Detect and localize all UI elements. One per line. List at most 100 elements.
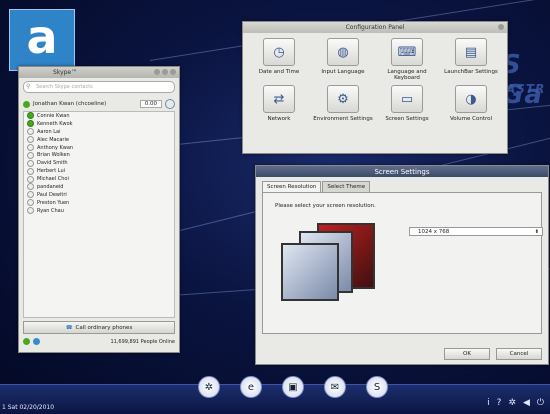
credit-balance: 0.00 (139, 100, 162, 108)
speaker-icon: ◑ (455, 85, 487, 113)
skype-profile-row[interactable]: Jonathan Kwan (chcoeline) 0.00 (23, 99, 175, 109)
contact-list-item[interactable]: Preston Yuen (24, 199, 174, 207)
skype-window: Skype™ ⚲ Search Skype contacts Jonathan … (18, 66, 180, 353)
contact-name: Ryan Chau (37, 207, 64, 214)
system-tray: i ? ✲ ◀ ⏻ (487, 398, 544, 408)
monitor-icon: ▭ (391, 85, 423, 113)
ok-button[interactable]: OK (444, 348, 490, 360)
presence-icon (27, 136, 34, 144)
skype-titlebar[interactable]: Skype™ (19, 67, 179, 78)
contact-list-item[interactable]: David Smith (24, 159, 174, 167)
online-status-icon[interactable] (23, 100, 30, 108)
tab-screen-resolution[interactable]: Screen Resolution (262, 181, 322, 192)
presence-icon (27, 191, 34, 199)
control-panel-item[interactable]: ◷ Date and Time (247, 38, 311, 81)
contact-name: Connie Kwan (37, 112, 70, 119)
contact-list-item[interactable]: Herbert Lui (24, 167, 174, 175)
contact-name: Anthony Kwan (37, 144, 74, 151)
launch-dock: ✲ e ▣ ✉ S (198, 376, 388, 398)
desktop-brand-subtext: ASTR (506, 82, 546, 96)
network-icon: ⇄ (263, 85, 295, 113)
environment-icon: ⚙ (327, 85, 359, 113)
contact-list-item[interactable]: Kenneth Kwok (24, 120, 174, 128)
skype-launcher-icon[interactable]: S (366, 376, 388, 398)
screen-settings-titlebar[interactable]: Screen Settings (256, 166, 548, 177)
presence-icon (27, 120, 34, 128)
contact-list-item[interactable]: Anthony Kwan (24, 144, 174, 152)
launchbar-icon: ▤ (455, 38, 487, 66)
info-icon[interactable]: i (487, 398, 490, 408)
photos-launcher-icon[interactable]: ▣ (282, 376, 304, 398)
close-icon[interactable] (170, 69, 176, 75)
presence-icon (27, 144, 34, 151)
presence-icon (27, 128, 34, 136)
contact-list-item[interactable]: Brian Wolken (24, 151, 174, 159)
contact-name: Michael Choi (37, 176, 69, 183)
contact-list[interactable]: Connie Kwan Kenneth Kwok Aaron Lai Alec Mac… (23, 111, 175, 318)
chat-launcher-icon[interactable]: ✉ (324, 376, 346, 398)
control-panel-item-label: Network (267, 116, 291, 122)
contact-name: Aaron Lai (37, 128, 61, 135)
control-panel-item-label: Language and Keyboard (387, 69, 427, 81)
control-panel-item[interactable]: ◍ Input Language (311, 38, 375, 81)
control-panel-item[interactable]: ⚙ Environment Settings (311, 85, 375, 122)
people-online-count: 11,699,891 People Online (110, 338, 175, 345)
presence-icon (27, 151, 34, 159)
help-icon[interactable]: ? (497, 398, 502, 408)
control-panel-item[interactable]: ◑ Volume Control (439, 85, 503, 122)
contact-list-item[interactable]: pandaneid (24, 183, 174, 191)
cancel-button[interactable]: Cancel (496, 348, 542, 360)
contact-name: Paul Dewitri (37, 191, 67, 198)
contact-name: Herbert Lui (37, 168, 66, 175)
control-panel-item[interactable]: ⇄ Network (247, 85, 311, 122)
settings-icon[interactable]: ✲ (508, 398, 516, 408)
control-panel-item-label: Input Language (321, 69, 365, 75)
contact-list-item[interactable]: Ryan Chau (24, 207, 174, 215)
contact-name: pandaneid (37, 183, 64, 190)
close-icon[interactable] (498, 24, 504, 30)
configuration-panel-titlebar[interactable]: Configuration Panel (243, 22, 507, 33)
contact-list-item[interactable]: Paul Dewitri (24, 191, 174, 199)
control-panel-item[interactable]: ▭ Screen Settings (375, 85, 439, 122)
control-panel-item[interactable]: ▤ LaunchBar Settings (439, 38, 503, 81)
screen-settings-title: Screen Settings (374, 167, 430, 176)
skype-title: Skype™ (53, 69, 78, 76)
presence-icon (27, 167, 34, 175)
browser-launcher-icon[interactable]: e (240, 376, 262, 398)
contacts-icon[interactable] (33, 338, 40, 345)
presence-icon (27, 175, 34, 183)
minimize-icon[interactable] (154, 69, 160, 75)
resolution-dropdown[interactable]: 1024 x 768 ⬍ (409, 227, 543, 236)
status-icon[interactable] (23, 338, 30, 345)
contact-list-item[interactable]: Alec Macarie (24, 136, 174, 144)
contact-list-item[interactable]: Michael Choi (24, 175, 174, 183)
presence-icon (27, 199, 34, 207)
contact-list-item[interactable]: Aaron Lai (24, 128, 174, 136)
control-panel-item-label: Screen Settings (385, 116, 429, 122)
contact-list-item[interactable]: Connie Kwan (24, 112, 174, 120)
tab-select-theme[interactable]: Select Theme (322, 181, 371, 192)
phone-icon: ☎ (65, 324, 73, 331)
contact-name: Brian Wolken (37, 152, 70, 159)
resolution-prompt: Please select your screen resolution. (275, 203, 376, 209)
screen-resolution-panel: Please select your screen resolution. 10… (262, 192, 543, 334)
taskbar-clock: 1 Sat 02/20/2010 (2, 404, 55, 411)
presence-icon (27, 207, 34, 215)
skype-search-input[interactable]: ⚲ Search Skype contacts (23, 81, 175, 93)
desktop-brand-text: S Ga (502, 50, 543, 110)
maximize-icon[interactable] (162, 69, 168, 75)
volume-icon[interactable]: ◀ (523, 398, 530, 408)
configuration-panel-title: Configuration Panel (345, 24, 405, 31)
clock-icon[interactable] (165, 99, 175, 109)
presence-icon (27, 159, 34, 167)
power-icon[interactable]: ⏻ (537, 398, 544, 408)
control-panel-item[interactable]: ⌨ Language and Keyboard (375, 38, 439, 81)
contact-name: Preston Yuen (37, 199, 70, 206)
control-panel-item-label: LaunchBar Settings (444, 69, 498, 75)
search-icon: ⚲ (26, 83, 31, 90)
call-phones-button[interactable]: ☎ Call ordinary phones (23, 321, 175, 334)
settings-launcher-icon[interactable]: ✲ (198, 376, 220, 398)
screen-settings-window: Screen Settings Screen Resolution Select… (255, 165, 549, 365)
configuration-panel-window: Configuration Panel ◷ Date and Time ◍ Input… (242, 21, 508, 154)
keyboard-icon: ⌨ (391, 38, 423, 66)
